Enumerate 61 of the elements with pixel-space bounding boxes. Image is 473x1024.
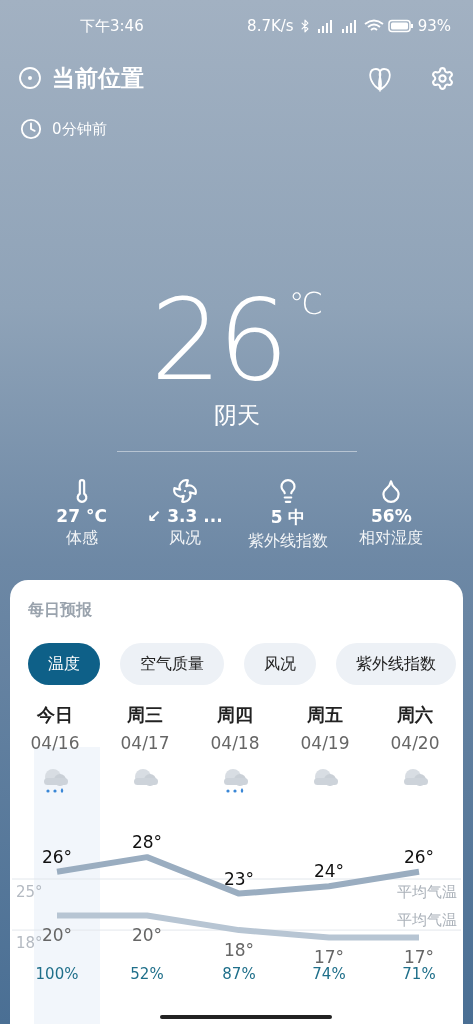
fan-icon: [171, 478, 198, 504]
precipitation-percent: 52%: [130, 965, 164, 983]
current-temperature: 26: [150, 284, 285, 396]
status-time: 下午3:46: [80, 16, 144, 36]
updated-time: 0分钟前: [52, 119, 107, 139]
day-column[interactable]: 周三 04/17: [100, 699, 190, 817]
day-name[interactable]: 周五: [307, 703, 343, 727]
day-name[interactable]: 周四: [217, 703, 253, 727]
metric-value: 5 中: [270, 506, 306, 529]
day-date: 04/16: [30, 733, 80, 753]
temperature-label: 17°: [313, 947, 345, 968]
metric-label: 相对湿度: [359, 528, 424, 549]
day-date: 04/18: [210, 733, 260, 753]
location-icon: [18, 66, 42, 90]
metric-label: 紫外线指数: [248, 531, 329, 552]
weather-condition: 阴天: [213, 401, 260, 430]
metric-value: ↙ 3.3 ...: [147, 506, 223, 526]
metric-value: 27 °C: [56, 506, 107, 526]
day-column[interactable]: 今日 04/16: [10, 699, 100, 817]
day-column[interactable]: 周五 04/19: [280, 699, 370, 817]
day-name[interactable]: 周六: [397, 703, 433, 727]
temperature-label: 23°: [223, 868, 255, 889]
day-name[interactable]: 今日: [37, 703, 73, 727]
precipitation-percent: 71%: [402, 965, 436, 983]
day-column[interactable]: 周四 04/18: [190, 699, 280, 817]
forecast-tab[interactable]: 空气质量: [120, 643, 224, 685]
metric-label: 体感: [65, 528, 98, 549]
day-column[interactable]: 周六 04/20: [370, 699, 460, 817]
precipitation-percent: 87%: [222, 965, 256, 983]
clock-icon: [20, 118, 42, 140]
card-title: 每日预报: [28, 600, 92, 621]
temperature-label: 26°: [403, 846, 435, 867]
temperature-label: 20°: [41, 925, 73, 946]
day-date: 04/20: [390, 733, 440, 753]
temperature-label: 18°: [223, 940, 255, 961]
temperature-label: 28°: [131, 832, 163, 853]
forecast-tab[interactable]: 温度: [28, 643, 100, 685]
precipitation-percent: 100%: [35, 965, 79, 983]
temperature-unit: ℃: [288, 286, 323, 321]
forecast-tab[interactable]: 风况: [244, 643, 316, 685]
net-speed: 8.7K/s: [247, 17, 294, 35]
average-label: 18°: [16, 934, 43, 953]
day-date: 04/19: [300, 733, 350, 753]
average-note: 平均气温: [397, 911, 457, 930]
forecast-tab[interactable]: 紫外线指数: [336, 643, 456, 685]
location-title: 当前位置: [52, 63, 145, 93]
temperature-label: 20°: [131, 925, 163, 946]
battery-percent: 93%: [417, 17, 451, 35]
battery-icon: [387, 19, 414, 33]
metric-label: 风况: [168, 528, 201, 549]
precipitation-percent: 74%: [312, 965, 346, 983]
wifi-icon: [363, 19, 384, 33]
average-label: 25°: [16, 883, 43, 901]
settings-icon[interactable]: [430, 65, 455, 91]
metric-value: 56%: [371, 506, 412, 526]
temperature-label: 26°: [41, 846, 73, 867]
temperature-label: 24°: [313, 861, 345, 882]
day-date: 04/17: [120, 733, 170, 753]
average-note: 平均气温: [397, 883, 457, 901]
day-name[interactable]: 周三: [127, 703, 163, 727]
temperature-label: 17°: [403, 947, 435, 968]
